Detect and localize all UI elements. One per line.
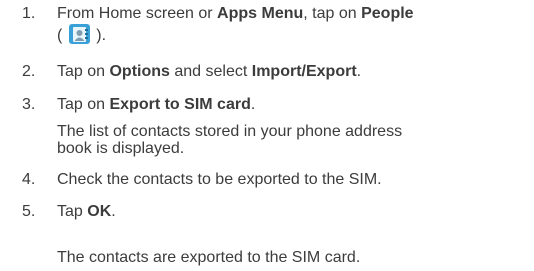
step-5-text-c: . bbox=[111, 203, 116, 220]
step-number: 4. bbox=[22, 171, 36, 188]
step-3-note: The list of contacts stored in your phon… bbox=[57, 123, 527, 157]
step-5-text-a: Tap bbox=[57, 203, 88, 220]
note-line-2: book is displayed. bbox=[57, 140, 185, 157]
step-1-text-a: From Home screen or bbox=[57, 5, 218, 22]
step-number: 5. bbox=[22, 203, 36, 220]
step-3-text-a: Tap on bbox=[57, 96, 110, 113]
result-text: The contacts are exported to the SIM car… bbox=[57, 249, 527, 266]
step-number: 1. bbox=[22, 5, 36, 22]
note-line-1: The list of contacts stored in your phon… bbox=[57, 123, 403, 140]
apps-menu-label: Apps Menu bbox=[217, 5, 304, 22]
export-to-sim-label: Export to SIM card bbox=[109, 96, 251, 113]
step-2-text-a: Tap on bbox=[57, 63, 110, 80]
import-export-label: Import/Export bbox=[251, 63, 357, 80]
people-contacts-icon bbox=[68, 23, 91, 45]
step-text: Tap on Export to SIM card. bbox=[57, 95, 527, 114]
ok-label: OK bbox=[87, 203, 112, 220]
step-number: 3. bbox=[22, 96, 36, 113]
step-2-text-c: and select bbox=[169, 63, 252, 80]
step-text: From Home screen or Apps Menu, tap on Pe… bbox=[57, 4, 527, 45]
options-label: Options bbox=[109, 63, 170, 80]
step-text: Check the contacts to be exported to the… bbox=[57, 170, 527, 189]
paren-open: ( bbox=[57, 27, 63, 44]
paren-close: ). bbox=[96, 27, 107, 44]
step-2-text-e: . bbox=[356, 63, 362, 80]
people-label: People bbox=[361, 5, 414, 22]
step-3-text-c: . bbox=[250, 96, 256, 113]
step-4-text: Check the contacts to be exported to the… bbox=[57, 171, 382, 188]
step-number: 2. bbox=[22, 63, 36, 80]
step-text: Tap on Options and select Import/Export. bbox=[57, 62, 527, 81]
result-line: The contacts are exported to the SIM car… bbox=[57, 249, 361, 266]
step-1-text-c: , tap on bbox=[303, 5, 362, 22]
step-text: Tap OK. bbox=[57, 202, 527, 221]
